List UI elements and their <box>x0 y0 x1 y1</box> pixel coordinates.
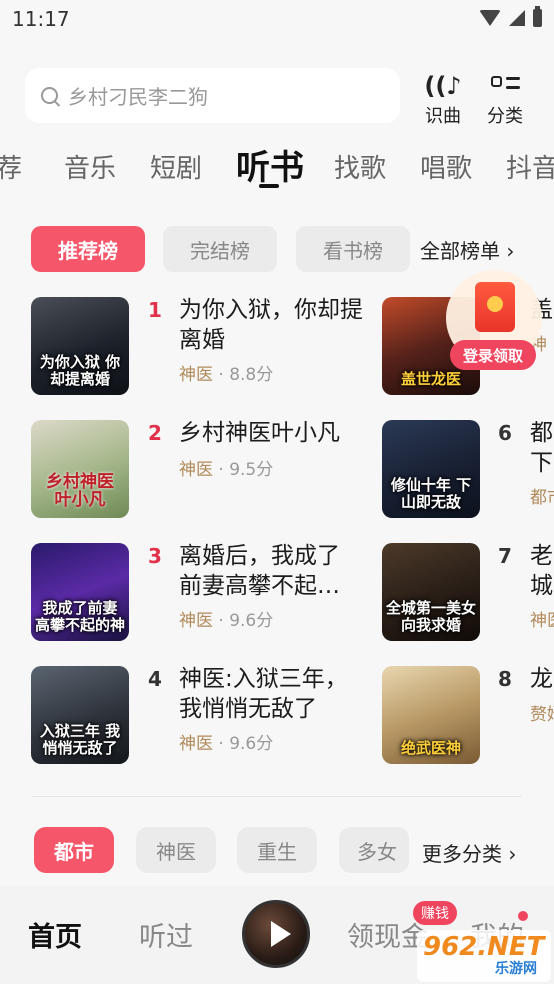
tab-short-drama[interactable]: 短剧 <box>150 148 202 185</box>
battery-icon <box>533 6 542 27</box>
tab-find-song[interactable]: 找歌 <box>334 148 386 185</box>
book-meta-1: 神医 · 8.8分 <box>179 365 274 385</box>
chip-category-harem[interactable]: 多女 <box>339 827 409 873</box>
book-title-7[interactable]: 老城 <box>530 542 554 602</box>
book-cover-6[interactable]: 修仙十年 下山即无敌 <box>382 420 480 518</box>
section-divider <box>32 796 522 797</box>
music-recognition-button[interactable]: ((♪ 识曲 <box>418 72 468 128</box>
status-bar: 11:17 <box>0 0 554 38</box>
book-title-2[interactable]: 乡村神医叶小凡 <box>179 419 369 449</box>
tab-audiobook[interactable]: 听书 <box>236 140 304 189</box>
book-title-4[interactable]: 神医:入狱三年，我悄悄无敌了 <box>179 665 364 725</box>
rank-number-8: 8 <box>498 667 512 691</box>
rank-number-2: 2 <box>148 421 162 445</box>
category-label: 分类 <box>487 106 523 127</box>
wifi-icon <box>479 10 501 26</box>
book-cover-3[interactable]: 我成了前妻 高攀不起的神 <box>31 543 129 641</box>
search-placeholder: 乡村刁民李二狗 <box>68 85 208 109</box>
red-packet-icon[interactable] <box>475 282 515 332</box>
chip-reading-rank[interactable]: 看书榜 <box>296 226 410 272</box>
login-reward-button[interactable]: 登录领取 <box>450 340 536 370</box>
chip-category-city[interactable]: 都市 <box>34 827 114 873</box>
earn-badge: 赚钱 <box>413 901 457 925</box>
book-title-3[interactable]: 离婚后，我成了前妻高攀不起… <box>179 542 359 602</box>
category-button[interactable]: 分类 <box>480 72 530 128</box>
book-cover-7[interactable]: 全城第一美女 向我求婚 <box>382 543 480 641</box>
rank-number-3: 3 <box>148 544 162 568</box>
book-meta-2: 神医 · 9.5分 <box>179 460 274 480</box>
search-icon <box>41 87 58 104</box>
chip-finished-rank[interactable]: 完结榜 <box>163 226 277 272</box>
nav-home[interactable]: 首页 <box>28 915 82 954</box>
book-meta-6: 都市 <box>530 488 554 508</box>
all-rankings-link[interactable]: 全部榜单 › <box>420 235 514 264</box>
tab-recommend[interactable]: 荐 <box>0 148 22 185</box>
book-cover-2[interactable]: 乡村神医 叶小凡 <box>31 420 129 518</box>
tab-douyin[interactable]: 抖音 <box>506 148 554 185</box>
book-meta-8: 赘婿 <box>530 705 554 725</box>
signal-icon <box>509 10 525 26</box>
rank-number-1: 1 <box>148 298 162 322</box>
book-meta-3: 神医 · 9.6分 <box>179 611 274 631</box>
watermark-sub: 乐游网 <box>495 961 537 977</box>
site-watermark: 962.NET 乐游网 <box>417 930 551 982</box>
rank-number-6: 6 <box>498 421 512 445</box>
more-categories-link[interactable]: 更多分类 › <box>422 838 516 867</box>
tab-sing[interactable]: 唱歌 <box>420 148 472 185</box>
book-cover-8[interactable]: 绝武医神 <box>382 666 480 764</box>
player-play-button[interactable] <box>242 900 310 968</box>
notification-dot <box>518 911 528 921</box>
chip-category-rebirth[interactable]: 重生 <box>237 827 317 873</box>
book-meta-7: 神医 <box>530 611 554 631</box>
rank-number-4: 4 <box>148 667 162 691</box>
music-recognition-label: 识曲 <box>425 106 461 127</box>
status-icons <box>479 6 542 27</box>
music-recognition-icon: ((♪ <box>424 72 462 100</box>
book-title-8[interactable]: 龙 <box>530 665 554 695</box>
status-time: 11:17 <box>12 7 70 31</box>
active-tab-indicator <box>259 184 279 188</box>
book-title-1[interactable]: 为你入狱，你却提离婚 <box>179 296 369 356</box>
nav-history[interactable]: 听过 <box>139 915 193 954</box>
rank-number-7: 7 <box>498 544 512 568</box>
category-icon <box>488 72 522 100</box>
book-title-6[interactable]: 都下 <box>530 419 554 479</box>
search-input[interactable]: 乡村刁民李二狗 <box>25 68 400 123</box>
book-meta-4: 神医 · 9.6分 <box>179 734 274 754</box>
chip-recommend-rank[interactable]: 推荐榜 <box>31 226 145 272</box>
book-cover-4[interactable]: 入狱三年 我悄悄无敌了 <box>31 666 129 764</box>
book-cover-1[interactable]: 为你入狱 你却提离婚 <box>31 297 129 395</box>
chip-category-doctor[interactable]: 神医 <box>136 827 216 873</box>
tab-music[interactable]: 音乐 <box>64 148 116 185</box>
